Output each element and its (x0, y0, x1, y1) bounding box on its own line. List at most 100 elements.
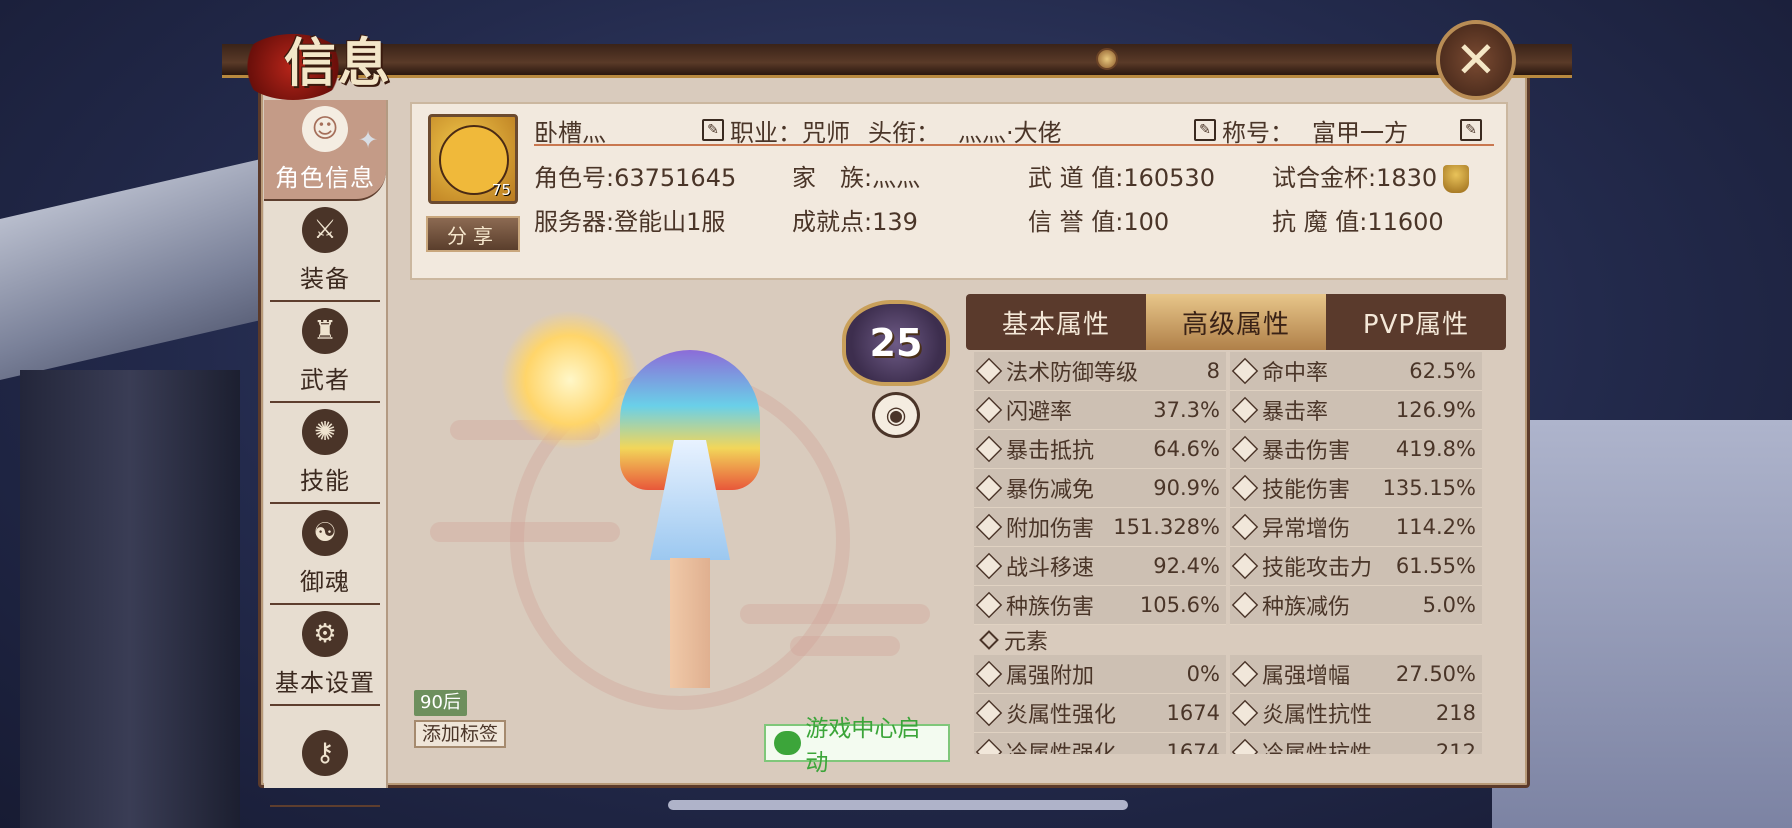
attribute-icon (1231, 699, 1259, 727)
sidebar-item-装备[interactable]: ⚔ 装备 (270, 201, 380, 302)
attribute-icon (1231, 513, 1259, 541)
edit-tag-icon[interactable]: ✎ (1460, 119, 1482, 141)
sidebar-item-label: 武者 (300, 366, 350, 394)
trophy-icon (1443, 165, 1470, 193)
attribute-name: 属强附加 (1006, 664, 1095, 689)
role-id: 角色号:63751645 (534, 164, 737, 192)
key-icon: ⚷ (302, 729, 348, 776)
attribute-name: 技能攻击力 (1262, 556, 1373, 581)
attribute-name: 属强增幅 (1262, 664, 1351, 689)
attribute-cell[interactable]: 异常增伤 114.2% (1230, 508, 1482, 547)
add-tag-button[interactable]: 添加标签 (414, 720, 507, 748)
shuriken-icon: ✦ (357, 126, 379, 154)
share-button[interactable]: 分享 (426, 216, 520, 252)
element-section-header: 元素 (974, 625, 1486, 655)
attribute-row: 法术防御等级 8 命中率 62.5% (974, 352, 1486, 391)
attribute-cell[interactable]: 暴击抵抗 64.6% (974, 430, 1226, 469)
achievement-points: 成就点:139 (792, 208, 918, 236)
attribute-value: 1674 (1166, 740, 1220, 754)
attribute-value: 0% (1186, 662, 1220, 686)
sidebar-item-more[interactable]: ⚷ (270, 706, 380, 807)
attribute-row: 炎属性强化 1674 炎属性抗性 218 (974, 694, 1486, 733)
server: 服务器:登能山1服 (534, 208, 726, 236)
rank-label: 头衔： (868, 118, 940, 147)
sidebar-item-御魂[interactable]: ☯ 御魂 (270, 504, 380, 605)
attribute-cell[interactable]: 闪避率 37.3% (974, 391, 1226, 430)
attribute-cell[interactable]: 战斗移速 92.4% (974, 547, 1226, 586)
attribute-cell[interactable]: 暴击伤害 419.8% (1230, 430, 1482, 469)
attribute-cell[interactable]: 命中率 62.5% (1230, 352, 1482, 391)
attribute-name: 暴击抵抗 (1006, 439, 1095, 464)
close-icon: ✕ (1455, 31, 1497, 89)
attribute-cell[interactable]: 法术防御等级 8 (974, 352, 1226, 391)
avatar[interactable]: 75 (428, 114, 518, 204)
credit-value: 信 誉 值:100 (1028, 208, 1170, 236)
avatar-level: 75 (491, 181, 511, 199)
attribute-cell[interactable]: 附加伤害 151.328% (974, 508, 1226, 547)
tab-基本属性[interactable]: 基本属性 (966, 294, 1146, 350)
attribute-value: 61.55% (1395, 554, 1476, 578)
attribute-value: 151.328% (1113, 515, 1220, 539)
window-title: 信息 (228, 18, 448, 100)
warrior-icon: ♜ (302, 308, 348, 354)
tab-PVP属性[interactable]: PVP属性 (1326, 294, 1506, 350)
edit-title-icon[interactable]: ✎ (1194, 119, 1216, 141)
sidebar-item-武者[interactable]: ♜ 武者 (270, 302, 380, 403)
attribute-cell[interactable]: 冷属性强化1674 (974, 733, 1226, 754)
level-badge: 25 (842, 300, 950, 386)
attribute-row: 属强附加 0% 属强增幅 27.50% (974, 655, 1486, 694)
attribute-icon (1231, 357, 1259, 385)
tab-高级属性[interactable]: 高级属性 (1146, 294, 1326, 350)
attribute-value: 37.3% (1153, 398, 1220, 422)
character-model[interactable] (610, 330, 770, 710)
attribute-icon (975, 396, 1003, 424)
attribute-name: 异常增伤 (1262, 517, 1351, 542)
attribute-icon (975, 474, 1003, 502)
attribute-icon (1231, 396, 1259, 424)
attribute-icon (975, 513, 1003, 541)
sidebar-item-label: 技能 (300, 467, 350, 495)
attribute-icon (975, 552, 1003, 580)
attribute-name: 冷属性强化 (1006, 736, 1167, 754)
profile-box: 75 分享 卧槽灬 ✎ 职业： 咒师 头衔： 灬灬·大佬 ✎ 称号： 富甲一方 … (410, 102, 1508, 280)
attribute-cell[interactable]: 技能伤害 135.15% (1230, 469, 1482, 508)
skill-icon: ✺ (302, 409, 348, 455)
attribute-value: 64.6% (1153, 437, 1220, 461)
sidebar: ☺ 角色信息 ✦ ⚔ 装备 ♜ 武者 ✺ 技能 ☯ 御魂 ⚙ 基本设置 ⚷ (264, 100, 388, 807)
attribute-row: 闪避率 37.3% 暴击率 126.9% (974, 391, 1486, 430)
attribute-cell[interactable]: 暴伤减免 90.9% (974, 469, 1226, 508)
camera-button[interactable]: ◉ (872, 392, 920, 438)
attribute-icon (975, 435, 1003, 463)
sidebar-item-技能[interactable]: ✺ 技能 (270, 403, 380, 504)
sidebar-item-基本设置[interactable]: ⚙ 基本设置 (270, 605, 380, 706)
attribute-cell[interactable]: 种族减伤 5.0% (1230, 586, 1482, 625)
edit-name-icon[interactable]: ✎ (702, 119, 724, 141)
attribute-cell[interactable]: 技能攻击力 61.55% (1230, 547, 1482, 586)
attribute-name: 附加伤害 (1006, 517, 1095, 542)
wechat-launch-button[interactable]: 游戏中心启动 (764, 716, 950, 776)
element-section-label: 元素 (1004, 630, 1049, 655)
attribute-cell[interactable]: 属强附加 0% (974, 655, 1226, 694)
close-button[interactable]: ✕ (1436, 20, 1516, 100)
attribute-icon (1231, 738, 1259, 754)
attribute-cell[interactable]: 炎属性强化 1674 (974, 694, 1226, 733)
attribute-cell[interactable]: 冷属性抗性212 (1230, 733, 1482, 754)
attribute-name: 冷属性抗性 (1262, 736, 1436, 754)
title-label: 称号： (1222, 118, 1294, 147)
attribute-row: 暴伤减免 90.9% 技能伤害 135.15% (974, 469, 1486, 508)
attribute-name: 技能伤害 (1262, 478, 1351, 503)
attribute-value: 135.15% (1382, 476, 1476, 500)
attribute-row: 暴击抵抗 64.6% 暴击伤害 419.8% (974, 430, 1486, 469)
attribute-name: 暴伤减免 (1006, 478, 1095, 503)
sidebar-item-角色信息[interactable]: ☺ 角色信息 ✦ (264, 100, 386, 201)
attribute-cell[interactable]: 炎属性抗性 218 (1230, 694, 1482, 733)
home-indicator (668, 800, 1128, 810)
attribute-cell[interactable]: 属强增幅 27.50% (1230, 655, 1482, 694)
attribute-value: 218 (1435, 701, 1476, 725)
attribute-name: 法术防御等级 (1006, 361, 1139, 386)
attribute-cell[interactable]: 暴击率 126.9% (1230, 391, 1482, 430)
attribute-value: 8 (1206, 359, 1220, 383)
attribute-list[interactable]: 法术防御等级 8 命中率 62.5% 闪避率 37.3% 暴击率 126.9% 暴击抵抗 64.6… (974, 352, 1486, 754)
attribute-name: 闪避率 (1006, 400, 1073, 425)
attribute-cell[interactable]: 种族伤害 105.6% (974, 586, 1226, 625)
